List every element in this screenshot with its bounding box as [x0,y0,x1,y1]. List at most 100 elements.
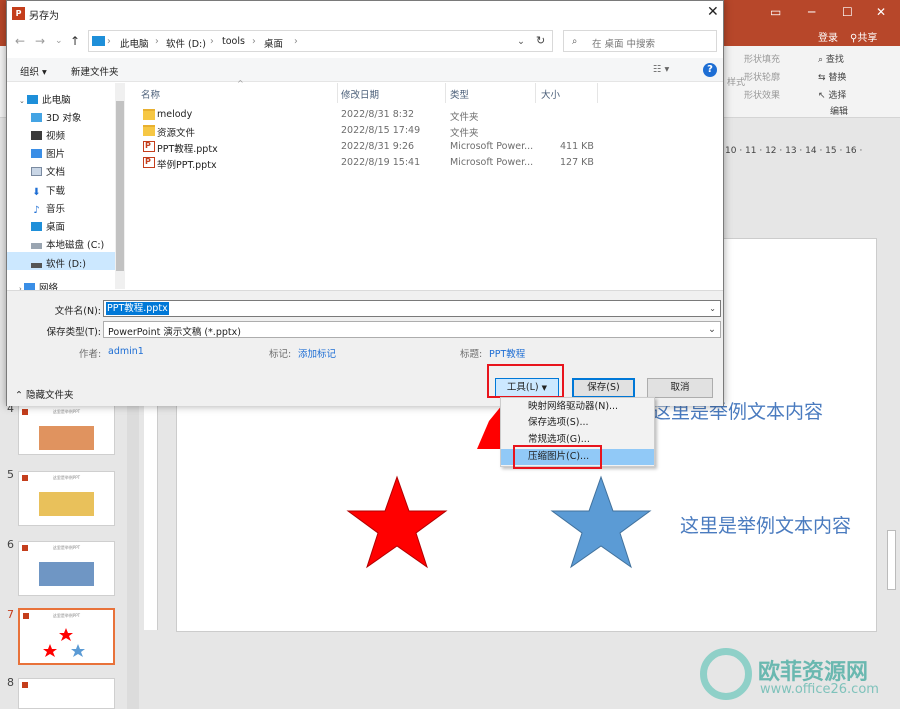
ribbon-display-icon[interactable]: ▭ [770,5,781,19]
breadcrumb-item[interactable]: 软件 (D:) [166,36,206,50]
breadcrumb-item[interactable]: tools [222,36,245,47]
minimize-icon[interactable]: ─ [808,5,815,19]
nav-item-label: 下载 [46,186,66,197]
thumb-number: 7 [7,608,14,621]
author-label: 作者: [79,349,102,360]
thumb-image [39,426,94,450]
title-value[interactable]: PPT教程 [489,346,525,360]
back-arrow-icon[interactable]: ← [15,34,25,48]
nav-item-label: 软件 (D:) [46,259,86,270]
folder-icon [143,125,155,136]
thumb-number: 5 [7,468,14,481]
nav-item-label: 本地磁盘 (C:) [46,240,105,251]
nav-item-3d-objects[interactable]: 3D 对象 [31,110,81,124]
thumb-title: 这里是举例PPT [52,475,81,480]
help-icon[interactable]: ? [703,63,717,77]
nav-scrollbar-thumb[interactable] [116,101,124,271]
navigation-row: ← → ⌄ ↑ › 此电脑 › 软件 (D:) › tools › 桌面 › ⌄… [7,28,723,56]
replace-button[interactable]: ⇆ 替换 [818,70,846,83]
organize-button[interactable]: 组织 ▾ [20,64,47,78]
hide-folders-toggle[interactable]: ⌃ 隐藏文件夹 [15,387,74,401]
close-icon[interactable]: ✕ [707,4,719,20]
document-icon [31,167,42,176]
menu-item-save-options[interactable]: 保存选项(S)... [501,415,654,431]
thumbnail-scrollbar[interactable] [127,400,139,709]
breadcrumb-item[interactable]: 桌面 [264,36,283,50]
column-divider[interactable] [445,83,446,103]
nav-item-desktop[interactable]: 桌面 [31,219,65,233]
view-options-icon[interactable]: ☷ ▾ [653,64,669,75]
search-input[interactable]: ⌕ 在 桌面 中搜索 [563,30,717,52]
forward-arrow-icon[interactable]: → [35,34,45,48]
cancel-button[interactable]: 取消 [647,378,713,398]
blue-star [550,475,652,569]
chevron-down-icon[interactable]: ⌄ [709,304,716,313]
column-type[interactable]: 类型 [450,87,469,101]
slide-thumbnail-pane[interactable]: 4 这里是举例PPT 5 这里是举例PPT 6 这里是举例PPT 7 这里是举例… [0,400,140,709]
slide-thumbnail-8[interactable] [18,678,115,709]
save-type-select[interactable]: PowerPoint 演示文稿 (*.pptx) ⌄ [103,321,721,338]
column-divider[interactable] [337,83,338,103]
nav-item-this-pc[interactable]: ⌄ 此电脑 [19,92,71,106]
column-divider[interactable] [535,83,536,103]
file-row[interactable]: melody 2022/8/31 8:32 文件夹 [135,107,605,123]
save-button[interactable]: 保存(S) [572,378,635,398]
share-label: 共享 [857,33,878,44]
file-row[interactable]: 举例PPT.pptx 2022/8/19 15:41 Microsoft Pow… [135,155,605,171]
recent-dropdown-icon[interactable]: ⌄ [55,36,63,46]
compress-pictures-highlight [513,445,602,469]
menu-item-map-network-drive[interactable]: 映射网络驱动器(N)... [501,399,654,415]
column-date[interactable]: 修改日期 [341,87,379,101]
file-list-header: 名称 ^ 修改日期 类型 大小 [135,79,723,103]
file-size: 411 KB [560,141,594,152]
author-value[interactable]: admin1 [108,346,144,357]
breadcrumb-item[interactable]: 此电脑 [120,36,149,50]
slide-thumbnail-6[interactable]: 这里是举例PPT [18,541,115,596]
file-name: 举例PPT.pptx [157,160,217,171]
chevron-up-icon: ⌃ [15,390,26,401]
close-window-icon[interactable]: ✕ [876,5,886,19]
address-bar[interactable]: › 此电脑 › 软件 (D:) › tools › 桌面 › ⌄ ↻ [88,30,553,52]
slide-thumbnail-7-selected[interactable]: 这里是举例PPT [18,608,115,665]
select-button[interactable]: ↖ 选择 [818,88,846,101]
tags-value[interactable]: 添加标记 [298,346,336,360]
find-button[interactable]: ⌕ 查找 [818,52,844,65]
slide-thumbnail-5[interactable]: 这里是举例PPT [18,471,115,526]
thumb-number: 8 [7,676,14,689]
column-name[interactable]: 名称 [141,87,160,101]
nav-item-documents[interactable]: 文档 [31,164,65,178]
address-dropdown-icon[interactable]: ⌄ [517,36,525,47]
expand-icon: ⌄ [19,97,28,105]
shape-fill-button[interactable]: 形状填充 [744,52,780,65]
nav-item-videos[interactable]: 视频 [31,128,65,142]
file-name: PPT教程.pptx [157,144,218,155]
slide-thumbnail-4[interactable]: 这里是举例PPT [18,405,115,455]
nav-item-label: 3D 对象 [46,113,82,124]
vertical-ruler [144,400,158,630]
up-arrow-icon[interactable]: ↑ [70,34,80,48]
filename-value: PPT教程.pptx [106,302,169,315]
music-icon: ♪ [33,205,40,216]
shape-effects-button[interactable]: 形状效果 [744,88,780,101]
login-link[interactable]: 登录 [818,29,838,44]
maximize-icon[interactable]: ☐ [842,5,853,19]
nav-item-music[interactable]: ♪ 音乐 [31,201,65,216]
watermark-url: www.office26.com [760,682,879,697]
slide-scrollbar[interactable] [884,200,898,709]
file-row[interactable]: PPT教程.pptx 2022/8/31 9:26 Microsoft Powe… [135,139,605,155]
column-size[interactable]: 大小 [541,87,560,101]
share-button[interactable]: ⚲共享 [850,29,877,44]
file-row[interactable]: 资源文件 2022/8/15 17:49 文件夹 [135,123,605,139]
column-divider[interactable] [597,83,598,103]
nav-item-drive-c[interactable]: 本地磁盘 (C:) [31,237,104,251]
nav-item-downloads[interactable]: ⬇ 下载 [31,183,66,198]
shape-outline-button[interactable]: 形状轮廓 [744,70,780,83]
new-folder-button[interactable]: 新建文件夹 [71,64,119,78]
nav-item-pictures[interactable]: 图片 [31,146,65,160]
file-type: 文件夹 [450,128,479,139]
filename-input[interactable]: PPT教程.pptx ⌄ [103,300,721,317]
slide-scrollbar-thumb[interactable] [887,530,896,590]
refresh-icon[interactable]: ↻ [536,34,545,47]
nav-item-drive-d[interactable]: 软件 (D:) [31,256,86,270]
search-icon: ⌕ [572,36,578,47]
